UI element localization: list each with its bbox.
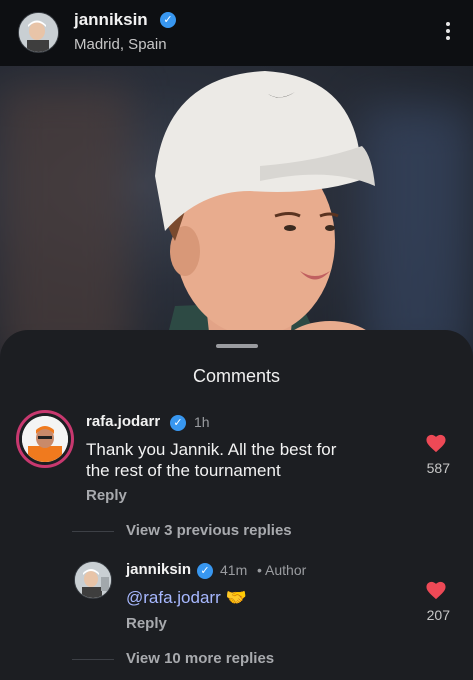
sheet-title: Comments — [192, 366, 281, 386]
author-label: • Author — [257, 562, 307, 578]
author-avatar[interactable] — [18, 12, 59, 53]
like-count: 587 — [426, 460, 450, 476]
thread-line — [72, 531, 114, 532]
more-options-icon[interactable] — [445, 22, 451, 44]
like-count: 207 — [426, 607, 450, 623]
reply-button[interactable]: Reply — [126, 615, 167, 632]
like-heart-icon[interactable] — [425, 580, 447, 600]
post-image — [0, 66, 473, 366]
reply-button[interactable]: Reply — [86, 487, 127, 504]
view-previous-replies[interactable]: View 3 previous replies — [126, 522, 292, 539]
reply-username[interactable]: janniksin — [126, 561, 191, 578]
mention-link[interactable]: @rafa.jodarr — [126, 588, 221, 607]
like-heart-icon[interactable] — [425, 433, 447, 453]
comments-sheet: Comments — [0, 330, 473, 680]
thread-line — [72, 659, 114, 660]
comment-text-line2: the rest of the tournament — [86, 461, 281, 480]
verified-icon: ✓ — [170, 415, 186, 431]
reply-author-avatar[interactable] — [74, 561, 112, 599]
commenter-avatar[interactable] — [16, 410, 74, 468]
post-header: janniksin ✓ Madrid, Spain — [0, 0, 473, 66]
sheet-drag-handle[interactable] — [216, 344, 258, 348]
author-username[interactable]: janniksin — [74, 10, 148, 30]
post-location[interactable]: Madrid, Spain — [74, 36, 167, 53]
reply-text: @rafa.jodarr 🤝 — [126, 587, 247, 609]
view-more-replies[interactable]: View 10 more replies — [126, 650, 274, 667]
verified-icon: ✓ — [197, 563, 213, 579]
comment-username[interactable]: rafa.jodarr — [86, 413, 160, 430]
comment-text-line1: Thank you Jannik. All the best for — [86, 440, 337, 459]
verified-icon: ✓ — [160, 12, 176, 28]
reply-timestamp: 41m — [220, 562, 248, 578]
comment-timestamp: 1h — [194, 414, 210, 430]
handshake-emoji: 🤝 — [225, 588, 247, 607]
